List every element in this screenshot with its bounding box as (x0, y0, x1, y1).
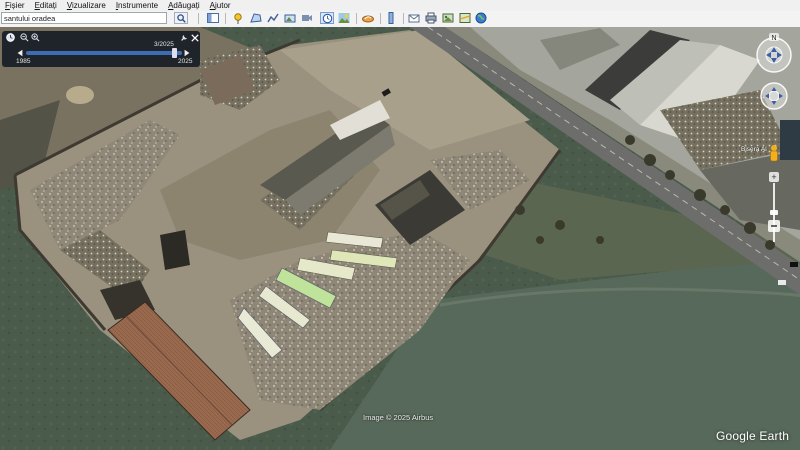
time-slider-track[interactable] (26, 51, 182, 55)
svg-text:+: + (771, 172, 776, 182)
navigation-controls: N + (756, 33, 792, 242)
add-polygon-button[interactable] (249, 12, 263, 24)
search-input[interactable] (1, 12, 167, 24)
north-icon[interactable]: N (769, 33, 779, 42)
search-icon (176, 13, 186, 23)
zoom-in-time-icon[interactable] (31, 33, 40, 42)
image-overlay-icon (284, 14, 296, 23)
toolbar-divider (225, 13, 226, 24)
toolbar-divider (380, 13, 381, 24)
menu-edit[interactable]: Editați (30, 0, 62, 11)
close-icon[interactable] (191, 34, 199, 42)
menu-bar: Fișier Editați Vizualizare Instrumente A… (0, 0, 800, 11)
map-view[interactable]: N + (0, 27, 800, 450)
ruler-icon (388, 12, 394, 24)
menu-view[interactable]: Vizualizare (62, 0, 111, 11)
toolbar-divider (356, 13, 357, 24)
google-maps-button[interactable] (458, 12, 472, 24)
current-date-label: 3/2025 (154, 41, 174, 48)
email-button[interactable] (407, 12, 421, 24)
add-path-button[interactable] (266, 12, 280, 24)
polygon-icon (250, 13, 262, 23)
image-overlay-button[interactable] (283, 12, 297, 24)
zoom-out-icon[interactable] (768, 220, 780, 232)
print-button[interactable] (424, 12, 438, 24)
map-icon (459, 13, 471, 23)
sidebar-toggle-button[interactable] (206, 12, 220, 24)
menu-tools[interactable]: Instrumente (111, 0, 163, 11)
path-icon (267, 13, 279, 23)
globe-icon (475, 12, 487, 24)
sidebar-icon (207, 13, 219, 23)
end-year-label: 2025 (178, 58, 193, 65)
svg-text:N: N (771, 35, 776, 42)
sunlight-icon (338, 13, 350, 23)
add-placemark-button[interactable] (231, 12, 245, 24)
email-icon (408, 14, 420, 23)
start-year-label: 1985 (16, 58, 31, 65)
historical-imagery-slider: 3/2025 1985 2025 (2, 31, 200, 67)
place-label[interactable]: Bisera Al (741, 146, 767, 153)
ruler-button[interactable] (384, 12, 398, 24)
menu-file[interactable]: Fișier (0, 0, 30, 11)
step-back-icon[interactable] (16, 49, 24, 57)
save-image-button[interactable] (441, 12, 455, 24)
menu-add[interactable]: Adăugați (163, 0, 205, 11)
planet-icon (362, 15, 374, 23)
move-control[interactable] (760, 82, 788, 110)
historical-imagery-button[interactable] (320, 12, 334, 24)
zoom-out-time-icon[interactable] (20, 33, 29, 42)
look-around-control[interactable] (756, 37, 792, 73)
toolbar-divider (403, 13, 404, 24)
earth-gallery-button[interactable] (474, 12, 488, 24)
satellite-imagery[interactable] (0, 27, 800, 450)
switch-planet-button[interactable] (361, 12, 375, 24)
wrench-icon[interactable] (180, 34, 188, 42)
toolbar (0, 11, 800, 28)
clock-icon (322, 13, 332, 23)
toolbar-divider (198, 13, 199, 24)
step-forward-icon[interactable] (183, 49, 191, 57)
record-tour-icon (302, 15, 312, 21)
clock-icon[interactable] (6, 33, 15, 42)
search-button[interactable] (174, 12, 188, 24)
print-icon (425, 12, 437, 24)
time-slider-thumb[interactable] (171, 48, 177, 58)
pushpin-icon (234, 13, 242, 24)
record-tour-button[interactable] (300, 12, 314, 24)
menu-help[interactable]: Ajutor (205, 0, 236, 11)
google-earth-logo: Google Earth (716, 429, 790, 443)
street-view-pegman-icon[interactable] (770, 145, 778, 162)
sunlight-button[interactable] (337, 12, 351, 24)
imagery-attribution: Image © 2025 Airbus (363, 413, 434, 422)
save-image-icon (442, 13, 454, 23)
